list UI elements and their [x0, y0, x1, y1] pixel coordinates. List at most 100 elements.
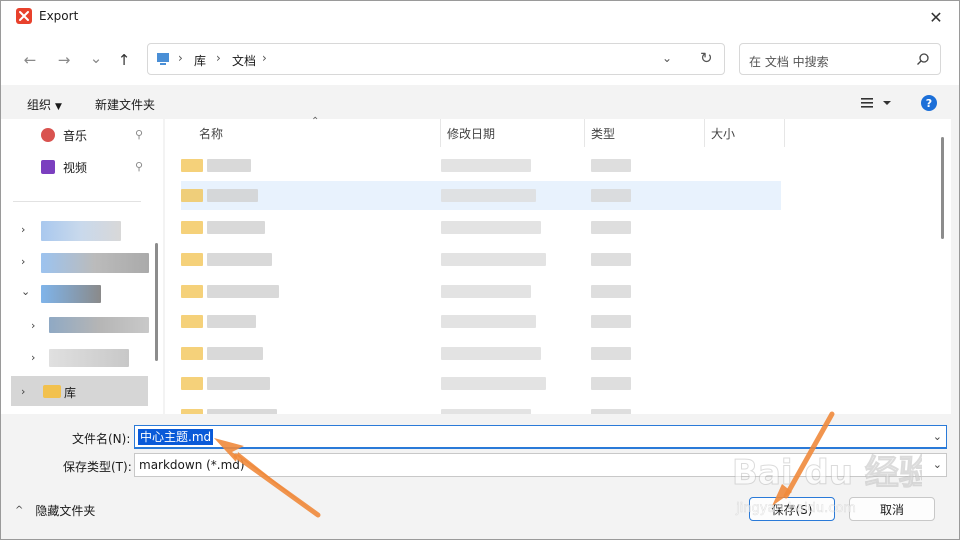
blurred-nav-item[interactable] — [41, 221, 121, 241]
close-button[interactable]: ✕ — [913, 1, 959, 33]
file-row[interactable] — [181, 371, 781, 397]
nav-item-music[interactable]: 音乐 — [41, 124, 87, 146]
chevron-right-icon[interactable]: › — [31, 319, 35, 332]
column-divider[interactable] — [704, 119, 705, 147]
blurred-nav-item[interactable] — [49, 317, 149, 333]
file-row[interactable] — [181, 183, 781, 209]
column-divider[interactable] — [584, 119, 585, 147]
command-bar: 组织 ▼ 新建文件夹 ? — [1, 85, 959, 119]
breadcrumb-library[interactable]: 库 — [194, 52, 206, 69]
arrow-up-icon: ↑ — [117, 51, 131, 69]
chevron-down-icon[interactable]: ⌄ — [933, 430, 942, 443]
folder-icon — [181, 189, 203, 202]
scrollbar[interactable] — [155, 243, 158, 361]
recent-locations-button[interactable]: ⌄ — [85, 47, 107, 69]
file-row[interactable] — [181, 153, 781, 179]
redacted-text — [441, 253, 546, 266]
caret-down-icon: ▼ — [55, 102, 62, 112]
window-title: Export — [39, 9, 79, 23]
close-icon: ✕ — [929, 7, 943, 27]
chevron-right-icon[interactable]: › — [31, 351, 35, 364]
file-row[interactable] — [181, 215, 781, 241]
redacted-text — [591, 377, 631, 390]
redacted-text — [441, 315, 536, 328]
redacted-text — [207, 189, 258, 202]
app-logo-icon — [16, 8, 32, 24]
view-options-button[interactable] — [859, 94, 895, 112]
redacted-text — [441, 347, 541, 360]
redacted-text — [441, 377, 546, 390]
blurred-nav-item[interactable] — [49, 349, 129, 367]
redacted-text — [441, 189, 536, 202]
new-folder-button[interactable]: 新建文件夹 — [95, 96, 155, 113]
file-row[interactable] — [181, 247, 781, 273]
redacted-text — [441, 221, 541, 234]
pin-icon[interactable]: ⚲ — [135, 160, 143, 173]
column-header-size[interactable]: 大小 — [711, 125, 735, 142]
arrow-right-icon: → — [57, 51, 71, 69]
address-bar[interactable]: › 库 › 文档 › ⌄ ↻ — [147, 43, 725, 75]
baidu-watermark: Bai du 经验 jingyan.baidu.com — [732, 453, 923, 517]
chevron-right-icon[interactable]: › — [21, 255, 25, 268]
nav-item-label: 音乐 — [63, 128, 88, 143]
folder-icon — [181, 221, 203, 234]
filename-value: 中心主题.md — [138, 429, 214, 445]
back-button[interactable]: ← — [19, 49, 41, 71]
redacted-text — [207, 377, 270, 390]
redacted-text — [207, 159, 251, 172]
watermark-url: jingyan.baidu.com — [735, 501, 856, 516]
folder-icon — [181, 377, 203, 390]
search-input[interactable]: 在 文档 中搜索 — [739, 43, 941, 75]
pin-icon[interactable]: ⚲ — [135, 128, 143, 141]
redacted-text — [207, 285, 279, 298]
column-divider[interactable] — [784, 119, 785, 147]
nav-item-library[interactable] — [11, 376, 148, 406]
column-divider[interactable] — [440, 119, 441, 147]
column-header-type[interactable]: 类型 — [591, 125, 615, 142]
folder-icon — [181, 253, 203, 266]
watermark-text: Bai du 经验 — [732, 453, 922, 493]
organize-button[interactable]: 组织 ▼ — [27, 96, 62, 113]
redacted-text — [441, 285, 531, 298]
blurred-nav-item[interactable] — [41, 285, 101, 303]
navigation-pane[interactable]: 音乐 ⚲ 视频 ⚲ › › ⌄ › › › 库 — [1, 119, 163, 414]
file-list[interactable]: ⌃ 名称 修改日期 类型 大小 — [165, 116, 951, 422]
help-button[interactable]: ? — [921, 95, 937, 111]
blurred-nav-item[interactable] — [41, 253, 149, 273]
redacted-text — [441, 159, 531, 172]
chevron-right-icon[interactable]: › — [21, 223, 25, 236]
redacted-text — [591, 285, 631, 298]
folder-icon — [181, 285, 203, 298]
breadcrumb-separator: › — [178, 51, 183, 65]
file-row[interactable] — [181, 309, 781, 335]
refresh-icon[interactable]: ↻ — [700, 49, 713, 67]
chevron-down-icon[interactable]: ⌄ — [933, 458, 942, 471]
organize-label: 组织 — [27, 98, 52, 112]
scrollbar[interactable] — [941, 137, 944, 239]
navigation-bar: ← → ⌄ ↑ › 库 › 文档 › ⌄ ↻ 在 文档 中搜索 — [1, 33, 959, 85]
filename-label: 文件名(N): — [72, 432, 131, 446]
column-header-name[interactable]: 名称 — [199, 125, 223, 142]
breadcrumb-documents[interactable]: 文档 — [232, 52, 256, 69]
up-button[interactable]: ↑ — [113, 49, 135, 71]
sort-ascending-icon: ⌃ — [311, 116, 320, 127]
redacted-text — [591, 189, 631, 202]
redacted-text — [207, 347, 263, 360]
chevron-down-icon[interactable]: ⌄ — [21, 285, 30, 298]
breadcrumb-separator: › — [262, 51, 267, 65]
nav-item-label: 库 — [64, 386, 77, 400]
column-header-date[interactable]: 修改日期 — [447, 125, 495, 142]
redacted-text — [591, 315, 631, 328]
chevron-up-icon: ^ — [15, 505, 24, 516]
address-dropdown-icon[interactable]: ⌄ — [662, 51, 672, 65]
filetype-value: markdown (*.md) — [139, 458, 245, 472]
forward-button[interactable]: → — [53, 49, 75, 71]
search-placeholder: 在 文档 中搜索 — [749, 55, 829, 69]
file-row[interactable] — [181, 279, 781, 305]
file-row[interactable] — [181, 341, 781, 367]
hide-folders-toggle[interactable]: ^ 隐藏文件夹 — [15, 502, 95, 519]
folder-icon — [181, 315, 203, 328]
chevron-right-icon[interactable]: › — [21, 385, 25, 398]
nav-item-video[interactable]: 视频 — [41, 156, 87, 178]
redacted-text — [207, 253, 272, 266]
